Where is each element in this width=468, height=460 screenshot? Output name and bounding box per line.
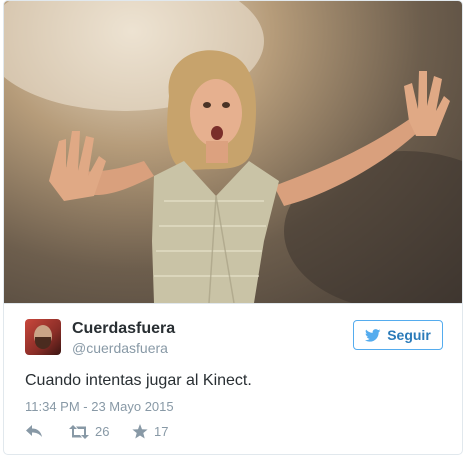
author-display-name[interactable]: Cuerdasfuera	[72, 320, 175, 338]
retweet-count: 26	[95, 424, 110, 439]
tweet-card: Cuerdasfuera @cuerdasfuera Seguir Cuando…	[3, 0, 463, 455]
follow-button[interactable]: Seguir	[353, 320, 443, 350]
avatar-beard	[35, 337, 51, 349]
like-count: 17	[154, 424, 169, 439]
tweet-text: Cuando intentas jugar al Kinect.	[25, 372, 252, 389]
tweet-timestamp[interactable]: 11:34 PM - 23 Mayo 2015	[25, 399, 174, 414]
performer-illustration	[4, 1, 462, 303]
author-handle[interactable]: @cuerdasfuera	[72, 340, 168, 356]
tweet-photo[interactable]	[4, 1, 462, 303]
avatar[interactable]	[25, 319, 61, 355]
retweet-button[interactable]: 26	[69, 424, 109, 439]
follow-label: Seguir	[387, 327, 431, 343]
retweet-icon	[69, 424, 89, 439]
twitter-bird-icon	[365, 328, 381, 342]
reply-button[interactable]	[25, 424, 43, 438]
reply-icon	[26, 425, 42, 437]
like-button[interactable]: 17	[132, 424, 168, 439]
photo-divider	[4, 303, 462, 304]
star-icon	[132, 424, 148, 439]
